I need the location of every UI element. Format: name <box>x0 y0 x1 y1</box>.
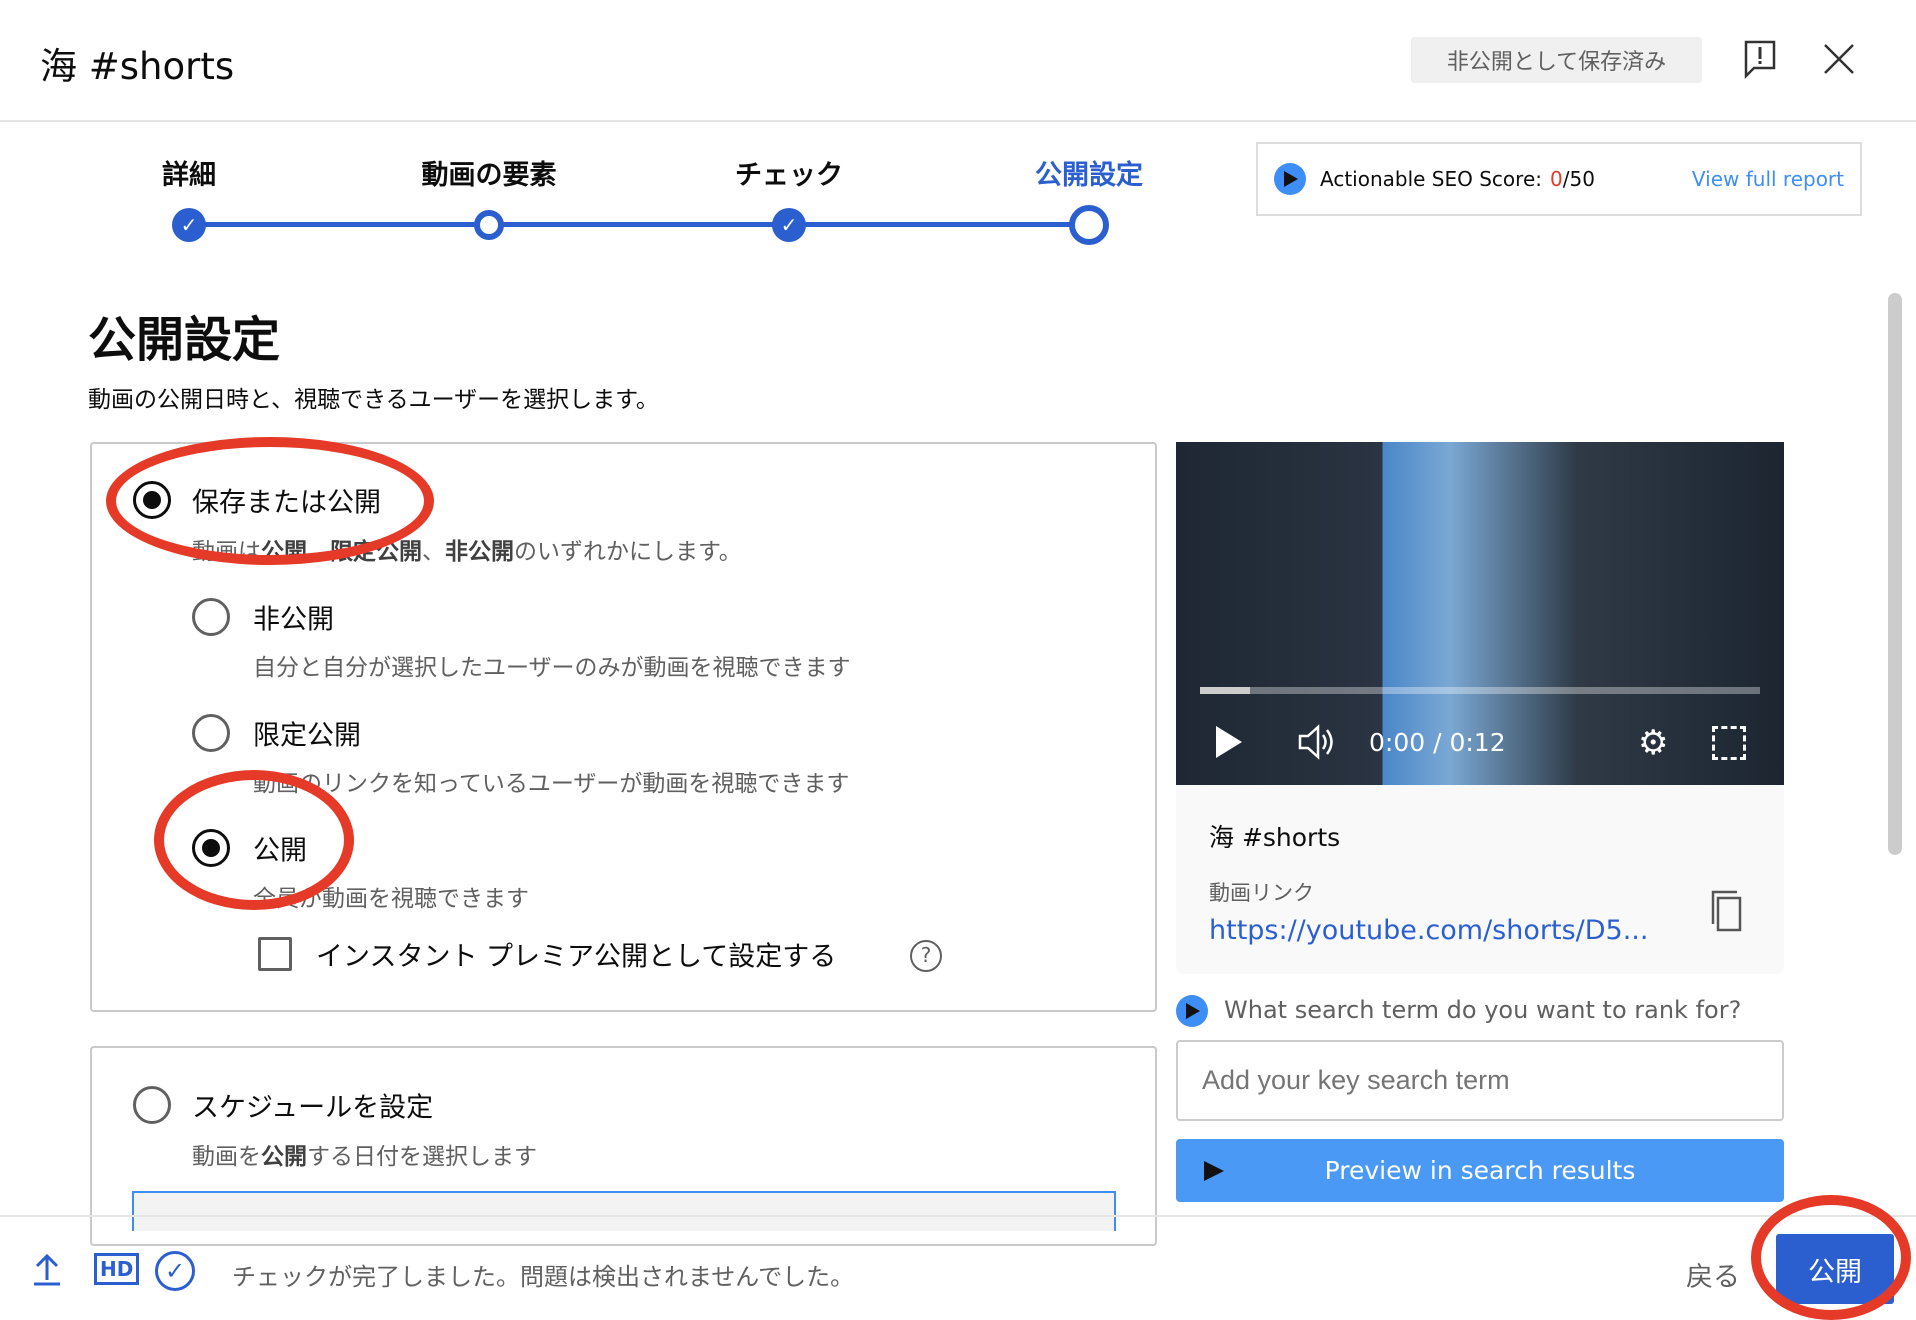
video-title: 海 #shorts <box>40 45 235 88</box>
step-dot-current[interactable] <box>1069 205 1109 245</box>
upload-icon <box>32 1252 62 1290</box>
private-label: 非公開 <box>253 604 334 636</box>
footer: HD ✓ チェックが完了しました。問題は検出されませんでした。 戻る 公開 <box>0 1215 1916 1315</box>
check-circle-icon: ✓ <box>155 1251 195 1291</box>
video-link-label: 動画リンク <box>1209 881 1314 905</box>
view-full-report-link[interactable]: View full report <box>1692 167 1844 191</box>
radio-unlisted[interactable] <box>192 714 230 752</box>
video-info-panel: 海 #shorts 動画リンク https://youtube.com/shor… <box>1176 785 1784 974</box>
annotation-circle <box>106 437 434 565</box>
close-icon[interactable] <box>1823 43 1855 79</box>
search-term-question: What search term do you want to rank for… <box>1224 996 1742 1024</box>
fullscreen-icon[interactable] <box>1712 726 1746 760</box>
tubebuddy-iq-icon <box>1274 163 1306 195</box>
feedback-icon[interactable] <box>1744 40 1776 80</box>
radio-private[interactable] <box>192 598 230 636</box>
help-icon[interactable]: ? <box>910 940 942 972</box>
video-preview[interactable]: 0:00 / 0:12 ⚙ <box>1176 442 1784 785</box>
annotation-circle <box>1751 1195 1911 1320</box>
unlisted-desc: 動画のリンクを知っているユーザーが動画を視聴できます <box>253 771 850 797</box>
preview-button-label: Preview in search results <box>1324 1156 1636 1185</box>
check-icon[interactable]: ✓ <box>172 208 206 242</box>
volume-icon[interactable] <box>1296 724 1336 764</box>
scrollbar[interactable] <box>1888 293 1902 855</box>
seo-total: /50 <box>1562 167 1595 191</box>
footer-status: チェックが完了しました。問題は検出されませんでした。 <box>232 1263 855 1291</box>
key-search-term-input[interactable] <box>1176 1040 1784 1121</box>
iq-icon <box>1204 1161 1224 1181</box>
seo-label: Actionable SEO Score: <box>1320 167 1542 191</box>
check-icon[interactable]: ✓ <box>772 208 806 242</box>
annotation-circle <box>154 770 354 910</box>
step-dot-open[interactable] <box>474 210 504 240</box>
video-time: 0:00 / 0:12 <box>1369 728 1506 757</box>
page-subtitle: 動画の公開日時と、視聴できるユーザーを選択します。 <box>88 387 659 413</box>
premiere-checkbox[interactable] <box>258 937 292 971</box>
step-elements[interactable]: 動画の要素 <box>422 153 557 192</box>
premiere-label: インスタント プレミア公開として設定する <box>316 941 837 973</box>
video-info-title: 海 #shorts <box>1209 823 1341 852</box>
header: 海 #shorts 非公開として保存済み <box>0 0 1916 122</box>
preview-in-search-results-button[interactable]: Preview in search results <box>1176 1139 1784 1202</box>
schedule-label: スケジュールを設定 <box>192 1092 434 1124</box>
page-title: 公開設定 <box>88 312 281 368</box>
copy-icon[interactable] <box>1711 890 1743 936</box>
step-checks[interactable]: チェック <box>735 153 843 192</box>
settings-icon[interactable]: ⚙ <box>1638 726 1668 760</box>
tubebuddy-iq-icon <box>1176 995 1208 1027</box>
seo-score: 0 <box>1550 167 1563 191</box>
video-progress-bar[interactable] <box>1200 687 1760 694</box>
seo-score-panel: Actionable SEO Score: 0 /50 View full re… <box>1256 142 1862 216</box>
play-icon[interactable] <box>1216 726 1242 758</box>
private-desc: 自分と自分が選択したユーザーのみが動画を視聴できます <box>253 655 851 681</box>
back-button[interactable]: 戻る <box>1686 1255 1740 1294</box>
radio-schedule[interactable] <box>133 1086 171 1124</box>
video-link[interactable]: https://youtube.com/shorts/D5... <box>1209 915 1648 946</box>
stepper-line <box>189 222 1089 227</box>
step-details[interactable]: 詳細 <box>162 153 216 192</box>
unlisted-label: 限定公開 <box>253 720 361 752</box>
step-visibility[interactable]: 公開設定 <box>1035 153 1143 192</box>
schedule-desc: 動画を公開する日付を選択します <box>192 1144 537 1170</box>
saved-status-badge: 非公開として保存済み <box>1411 37 1702 83</box>
hd-icon: HD <box>94 1253 140 1285</box>
